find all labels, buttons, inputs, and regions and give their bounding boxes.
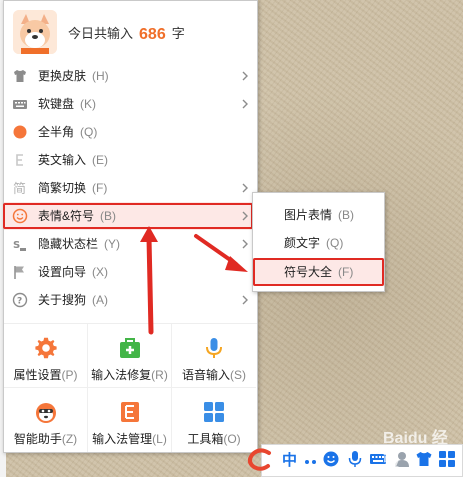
- menu-item-hide-statusbar[interactable]: S 隐藏状态栏 (Y): [4, 230, 257, 258]
- grid-cell-hotkey: (L): [152, 432, 167, 446]
- grid-cell-toolbox[interactable]: 工具箱(O): [172, 388, 256, 452]
- repair-kit-icon: [119, 338, 140, 358]
- chevron-right-icon: [242, 211, 248, 221]
- dot-icon: [13, 125, 27, 139]
- menu-item-label: 表情&符号: [38, 209, 95, 223]
- menu-item-label: 关于搜狗: [38, 293, 87, 307]
- grid-cell-voice-input[interactable]: 语音输入(S): [172, 324, 256, 388]
- submenu-item-label: 图片表情: [284, 208, 333, 222]
- gear-icon: [34, 337, 57, 359]
- hide-statusbar-icon: S: [13, 240, 26, 251]
- grid-cell-label: 属性设置: [13, 368, 62, 382]
- chevron-right-icon: [242, 99, 248, 109]
- menu-item-setup-wizard[interactable]: 设置向导 (X): [4, 258, 257, 286]
- input-mode-chinese[interactable]: 中: [282, 449, 297, 470]
- toolbox-grid-icon: [204, 402, 224, 422]
- flag-icon: [14, 266, 24, 279]
- menu-item-hotkey: (Y): [104, 237, 121, 251]
- menu-item-label: 简繁切换: [38, 181, 87, 195]
- microphone-icon[interactable]: [346, 450, 364, 468]
- daily-count-number: 686: [139, 26, 166, 43]
- svg-text:S: S: [13, 240, 20, 251]
- menu-item-hotkey: (Q): [80, 125, 98, 139]
- grid-cell-label: 输入法管理: [92, 432, 153, 446]
- grid-cell-label: 智能助手: [13, 432, 62, 446]
- menu-item-hotkey: (H): [92, 69, 109, 83]
- menu-item-english-input[interactable]: 英文输入 (E): [4, 146, 257, 174]
- menu-item-soft-keyboard[interactable]: 软键盘 (K): [4, 90, 257, 118]
- svg-text:简: 简: [13, 181, 26, 196]
- question-icon: ?: [12, 292, 28, 308]
- grid-cell-hotkey: (P): [61, 368, 78, 382]
- submenu-item-hotkey: (Q): [326, 236, 344, 250]
- keyboard-icon: [13, 100, 27, 109]
- menu-item-label: 英文输入: [38, 153, 87, 167]
- menu-item-hotkey: (F): [92, 181, 108, 195]
- manage-icon: [120, 402, 139, 422]
- menu-item-full-half-width[interactable]: 全半角 (Q): [4, 118, 257, 146]
- daily-count-suffix: 字: [171, 26, 185, 41]
- grid-cell-label: 工具箱: [187, 432, 224, 446]
- menu-item-hotkey: (X): [92, 265, 109, 279]
- sogou-dog-icon: [13, 10, 57, 54]
- context-menu: 今日共输入 686 字 更换皮肤 (H) 软键盘 (K) 全半角 (Q) 英文输入 (E) …: [3, 0, 258, 453]
- menu-items: 更换皮肤 (H) 软键盘 (K) 全半角 (Q) 英文输入 (E) 简 简繁切换 (F) …: [3, 62, 257, 314]
- grid-cell-label: 输入法修复: [91, 368, 152, 382]
- smiley-icon[interactable]: [322, 450, 340, 468]
- submenu-item-hotkey: (B): [338, 208, 355, 222]
- grid-cell-input-method-manager[interactable]: 输入法管理(L): [88, 388, 172, 452]
- daily-input-count: 今日共输入 686 字: [68, 23, 185, 43]
- menu-item-label: 隐藏状态栏: [38, 237, 99, 251]
- smiley-icon: [12, 208, 28, 224]
- baidu-jingyan-watermark: Baidu 经验: [383, 430, 448, 471]
- menu-item-about-sogou[interactable]: ? 关于搜狗 (A): [4, 286, 257, 314]
- svg-text:?: ?: [17, 297, 22, 307]
- chevron-right-icon: [242, 183, 248, 193]
- punctuation-icon[interactable]: [302, 450, 320, 468]
- quick-action-grid: 属性设置(P) 输入法修复(R) 语音输入(S) 智能助手(Z) 输入法管理(L…: [4, 323, 257, 454]
- submenu-item-image-emoji[interactable]: 图片表情 (B): [253, 201, 384, 229]
- submenu-item-kaomoji[interactable]: 颜文字 (Q): [253, 229, 384, 257]
- jian-char-icon: 简: [13, 181, 26, 196]
- grid-cell-hotkey: (S): [230, 368, 246, 382]
- menu-item-change-skin[interactable]: 更换皮肤 (H): [4, 62, 257, 90]
- english-e-icon: [16, 154, 23, 166]
- menu-item-hotkey: (B): [100, 209, 117, 223]
- submenu-item-label: 符号大全: [284, 265, 333, 279]
- menu-item-emoji-symbols[interactable]: 表情&符号 (B): [3, 202, 257, 230]
- shirt-icon: [14, 70, 26, 82]
- menu-item-label: 全半角: [38, 125, 75, 139]
- microphone-icon: [206, 338, 222, 358]
- grid-cell-repair[interactable]: 输入法修复(R): [88, 324, 172, 388]
- submenu-item-hotkey: (F): [338, 265, 354, 279]
- chevron-right-icon: [242, 239, 248, 249]
- menu-item-simplified-traditional[interactable]: 简 简繁切换 (F): [4, 174, 257, 202]
- sogou-logo-icon[interactable]: [247, 447, 273, 473]
- submenu-item-symbols[interactable]: 符号大全 (F): [253, 258, 384, 286]
- menu-item-label: 更换皮肤: [38, 69, 87, 83]
- menu-item-hotkey: (E): [92, 153, 109, 167]
- avatar[interactable]: [13, 10, 57, 54]
- menu-item-label: 设置向导: [38, 265, 87, 279]
- menu-item-hotkey: (A): [92, 293, 109, 307]
- grid-cell-smart-assistant[interactable]: 智能助手(Z): [4, 388, 88, 452]
- chevron-right-icon: [242, 295, 248, 305]
- emoji-symbols-submenu: 图片表情 (B) 颜文字 (Q) 符号大全 (F): [252, 192, 385, 292]
- daily-count-prefix: 今日共输入: [68, 26, 134, 41]
- menu-header: 今日共输入 686 字: [4, 1, 257, 61]
- grid-cell-hotkey: (O): [223, 432, 241, 446]
- chevron-right-icon: [242, 71, 248, 81]
- menu-item-label: 软键盘: [38, 97, 75, 111]
- grid-cell-hotkey: (Z): [61, 432, 78, 446]
- assistant-mascot-icon: [35, 403, 56, 423]
- grid-cell-hotkey: (R): [151, 368, 168, 382]
- menu-item-hotkey: (K): [80, 97, 97, 111]
- grid-cell-label: 语音输入: [181, 368, 230, 382]
- submenu-item-label: 颜文字: [284, 236, 321, 250]
- grid-cell-properties[interactable]: 属性设置(P): [4, 324, 88, 388]
